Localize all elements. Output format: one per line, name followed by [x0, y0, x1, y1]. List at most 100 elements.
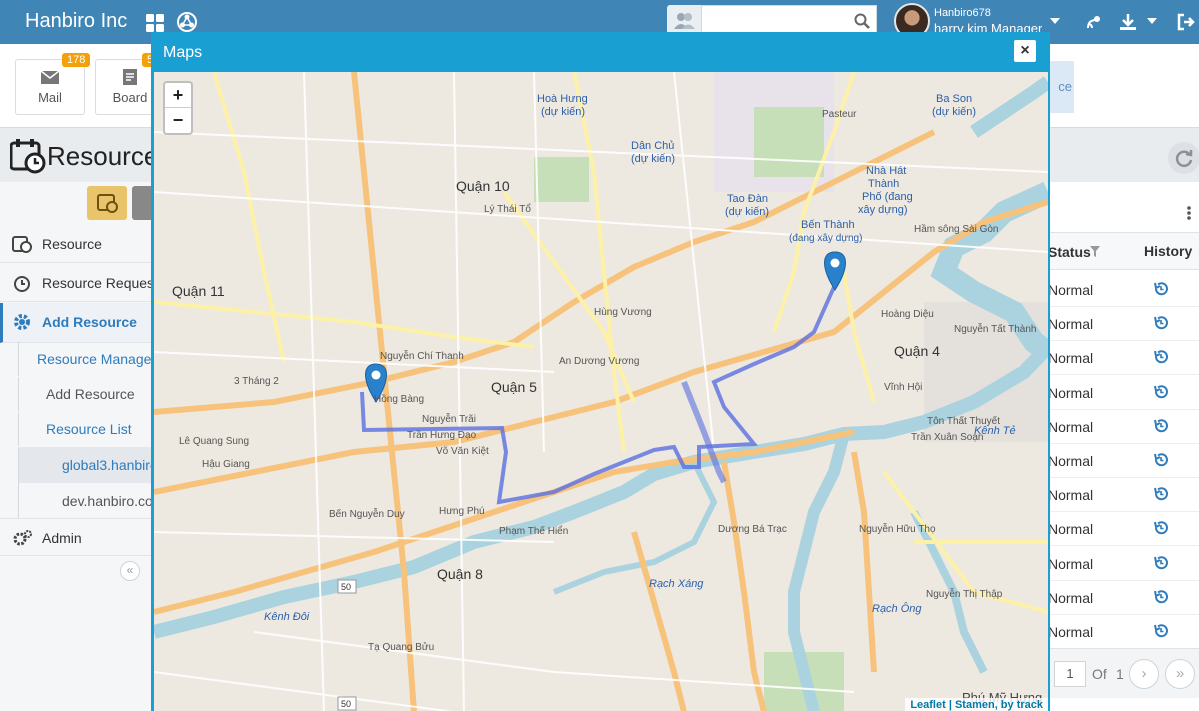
sidebar-item-add-resource[interactable]: Add Resource — [0, 303, 152, 343]
map-label-ton-that-thuyet: Tôn Thất Thuyết — [927, 415, 1000, 427]
table-row[interactable]: Normal — [1048, 581, 1199, 615]
calendar-view-button[interactable] — [87, 186, 127, 220]
map-label-nguyen-chi-thanh: Nguyễn Chí Thanh — [380, 349, 464, 362]
last-page-button[interactable]: » — [1165, 659, 1195, 689]
map-attribution[interactable]: Leaflet | Stamen, by track — [905, 698, 1048, 711]
table-row[interactable]: Normal — [1048, 478, 1199, 513]
history-icon[interactable] — [1152, 519, 1170, 537]
zoom-out-button[interactable]: − — [165, 108, 191, 133]
table-row[interactable]: Normal — [1048, 376, 1199, 410]
map-label-kenh-doi: Kênh Đôi — [264, 611, 310, 623]
sidebar-sub-item-resource-manager[interactable]: Resource Manager — [18, 342, 156, 376]
map-canvas[interactable]: Quận 10 Quận 11 Quận 5 Quận 4 Quận 8 Hoà… — [154, 72, 1048, 711]
sidebar-collapse-button[interactable]: « — [120, 561, 140, 581]
map-label-le-quang-sung: Lê Quang Sung — [179, 436, 249, 447]
map-label-ham-song-sai-gon: Hầm sông Sài Gòn — [914, 223, 999, 235]
refresh-button[interactable] — [1168, 142, 1199, 174]
mail-button[interactable]: Mail — [15, 59, 85, 115]
page-number-input[interactable]: 1 — [1054, 661, 1086, 687]
map-label-tao-dan-status: (dự kiến) — [725, 206, 769, 218]
user-menu-caret-icon[interactable] — [1050, 18, 1060, 24]
map-label-vinh-hoi: Vĩnh Hội — [884, 382, 922, 393]
next-page-button[interactable]: › — [1129, 659, 1159, 689]
map-label-quan8: Quận 8 — [437, 566, 483, 582]
map-view[interactable]: Quận 10 Quận 11 Quận 5 Quận 4 Quận 8 Hoà… — [154, 72, 1048, 711]
map-label-dan-chu: Dân Chủ — [631, 140, 674, 152]
more-options-icon[interactable] — [1186, 205, 1192, 221]
map-label-xay-dung: xây dựng) — [858, 204, 908, 216]
history-icon[interactable] — [1152, 417, 1170, 435]
sidebar-item-admin[interactable]: Admin — [0, 518, 152, 556]
calendar-clock-icon — [12, 236, 32, 253]
route-50-label: 50 — [341, 582, 351, 592]
history-icon[interactable] — [1152, 451, 1170, 469]
map-label-hong-bang: Hồng Bàng — [374, 393, 424, 405]
column-header-status[interactable]: Status — [1048, 244, 1091, 260]
status-cell: Normal — [1048, 384, 1094, 401]
status-cell: Normal — [1048, 350, 1094, 367]
filter-icon[interactable] — [1090, 246, 1100, 257]
status-cell: Normal — [1048, 555, 1094, 572]
sidebar-item-label: Admin — [42, 530, 82, 546]
download-caret-icon[interactable] — [1147, 18, 1157, 24]
map-label-ta-quang-buu: Tạ Quang Bửu — [368, 641, 434, 653]
sidebar-sub-item-global3[interactable]: global3.hanbiro — [18, 447, 158, 483]
history-icon[interactable] — [1152, 485, 1170, 503]
map-label-tran-hung-dao: Trần Hưng Đạo — [407, 429, 477, 441]
mail-label: Mail — [38, 90, 62, 105]
sidebar-item-label: Resource — [42, 236, 102, 252]
sidebar-item-resource-request[interactable]: Resource Request — [0, 264, 158, 302]
gear-icon — [14, 314, 30, 330]
search-input[interactable] — [706, 7, 854, 35]
history-icon[interactable] — [1152, 314, 1170, 332]
map-label-ben-thanh-status: (đang xây dựng) — [789, 233, 862, 244]
table-row[interactable]: Normal — [1048, 307, 1199, 342]
sidebar-sub-item-dev[interactable]: dev.hanbiro.com — [18, 483, 164, 519]
status-cell: Normal — [1048, 487, 1094, 504]
history-icon[interactable] — [1152, 554, 1170, 572]
sub-item-label: Add Resource — [46, 386, 135, 402]
board-icon — [123, 69, 137, 85]
map-label-tao-dan: Tao Đàn — [727, 193, 768, 205]
apps-grid-icon[interactable] — [145, 13, 165, 33]
satellite-icon[interactable] — [1084, 12, 1104, 32]
page-title-text: Resource — [47, 141, 159, 171]
history-icon[interactable] — [1152, 383, 1170, 401]
zoom-in-button[interactable]: + — [165, 83, 191, 108]
sidebar-sub-item-resource-list[interactable]: Resource List — [18, 412, 152, 446]
table-row[interactable]: Normal — [1048, 341, 1199, 376]
status-cell: Normal — [1048, 316, 1094, 333]
map-label-thanh: Thành — [868, 178, 899, 190]
table-row[interactable]: Normal — [1048, 615, 1199, 649]
map-label-ly-thai-to: Lý Thái Tổ — [484, 203, 531, 215]
close-button[interactable]: × — [1014, 40, 1036, 62]
brand-name[interactable]: Hanbiro Inc — [25, 10, 127, 33]
map-label-hoang-dieu: Hoàng Diệu — [881, 309, 934, 320]
table-row[interactable]: Normal — [1048, 547, 1199, 581]
sidebar: Resource Resource Request Add Resource R… — [0, 182, 164, 711]
sub-item-label: global3.hanbiro — [62, 457, 158, 473]
table-row[interactable]: Normal — [1048, 512, 1199, 547]
map-label-an-duong-vuong: An Dương Vương — [559, 356, 639, 367]
zoom-control: + − — [163, 81, 193, 135]
mail-icon — [40, 70, 60, 84]
table-row[interactable]: Normal — [1048, 273, 1199, 307]
download-icon[interactable] — [1118, 12, 1138, 32]
map-label-duong-ba-trac: Dương Bá Trạc — [718, 524, 787, 535]
sidebar-item-resource[interactable]: Resource — [0, 225, 152, 263]
history-icon[interactable] — [1152, 622, 1170, 640]
history-icon[interactable] — [1152, 588, 1170, 606]
table-row[interactable]: Normal — [1048, 444, 1199, 478]
alarm-clock-icon — [14, 276, 30, 292]
search-icon[interactable] — [854, 13, 870, 29]
logout-icon[interactable] — [1176, 12, 1196, 32]
user-name[interactable]: Hanbiro678 — [934, 7, 991, 19]
sidebar-sub-item-add-resource[interactable]: Add Resource — [18, 377, 152, 411]
right-tab[interactable]: ce — [1048, 61, 1074, 113]
calendar-clock-icon — [10, 139, 46, 174]
hub-icon[interactable] — [176, 11, 198, 33]
history-icon[interactable] — [1152, 348, 1170, 366]
history-icon[interactable] — [1152, 280, 1170, 298]
table-row[interactable]: Normal — [1048, 410, 1199, 444]
map-label-ben-thanh: Bến Thành — [801, 219, 855, 231]
